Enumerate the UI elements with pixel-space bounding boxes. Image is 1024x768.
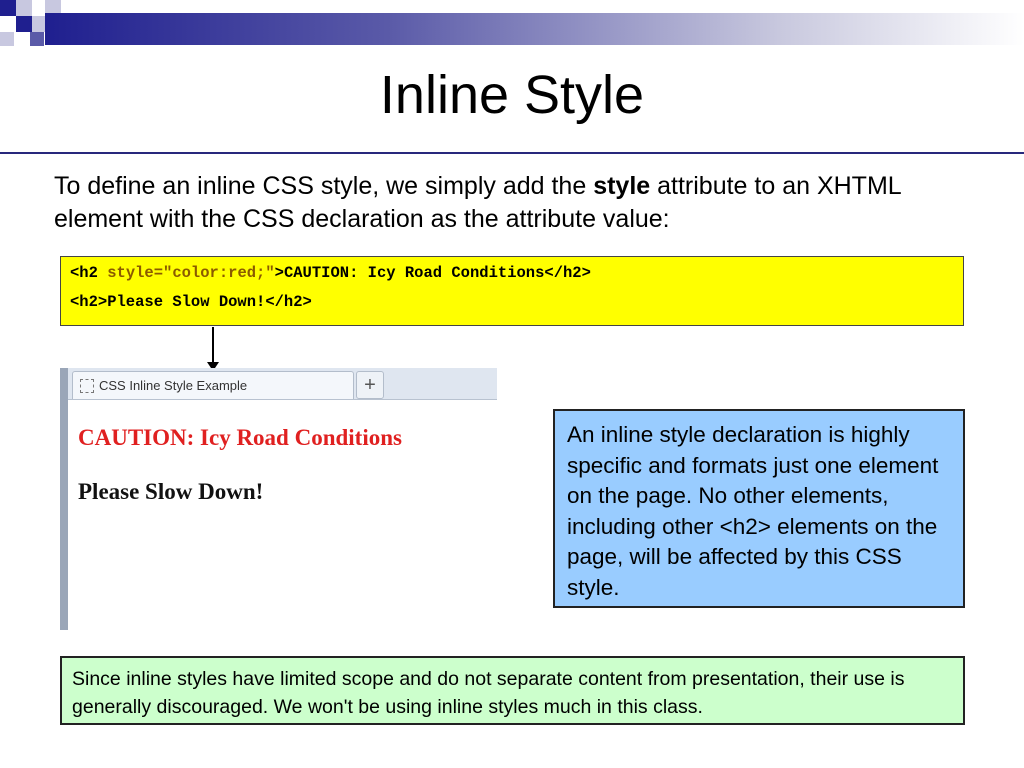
code-tag-open: <h2 [70, 264, 108, 282]
decorative-square [0, 0, 16, 16]
note-callout: An inline style declaration is highly sp… [553, 409, 965, 608]
browser-tab-bar: CSS Inline Style Example + [68, 368, 497, 400]
browser-tab[interactable]: CSS Inline Style Example [72, 371, 354, 399]
intro-paragraph: To define an inline CSS style, we simply… [54, 170, 954, 236]
header-gradient-band [45, 13, 1024, 45]
code-example-box: <h2 style="color:red;">CAUTION: Icy Road… [60, 256, 964, 326]
browser-screenshot: CSS Inline Style Example + CAUTION: Icy … [60, 368, 497, 630]
decorative-square [16, 16, 32, 32]
title-divider [0, 152, 1024, 154]
code-line-1: <h2 style="color:red;">CAUTION: Icy Road… [70, 264, 591, 282]
arrow-line [212, 327, 214, 367]
code-style-attribute: style="color:red;" [107, 264, 275, 282]
rendered-caution-heading: CAUTION: Icy Road Conditions [78, 425, 402, 450]
intro-keyword: style [593, 172, 651, 200]
slide-title: Inline Style [379, 65, 645, 125]
decorative-square [16, 0, 32, 16]
rendered-slow-down-heading: Please Slow Down! [78, 479, 264, 504]
code-line-2: <h2>Please Slow Down!</h2> [70, 293, 312, 311]
page-icon [80, 379, 94, 393]
browser-tab-label: CSS Inline Style Example [99, 378, 248, 393]
new-tab-button[interactable]: + [356, 371, 384, 399]
intro-text: To define an inline CSS style, we simply… [54, 172, 594, 200]
decorative-square [30, 32, 44, 46]
footer-callout: Since inline styles have limited scope a… [60, 656, 965, 725]
browser-left-edge [60, 368, 68, 630]
code-tag-rest: >CAUTION: Icy Road Conditions</h2> [274, 264, 591, 282]
decorative-square [0, 32, 14, 46]
